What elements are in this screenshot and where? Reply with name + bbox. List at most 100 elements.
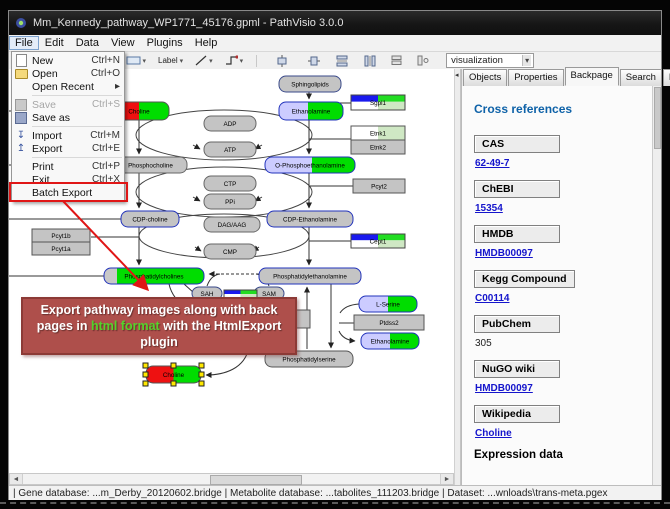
node-dag-aag[interactable]: DAG/AAG [204, 217, 260, 232]
selection-handle[interactable] [143, 372, 148, 377]
selection-handle[interactable] [199, 372, 204, 377]
file-menu-item-batch-export[interactable]: Batch Export [12, 186, 124, 199]
xref-link-c00114[interactable]: C00114 [475, 293, 509, 304]
menubar: FileEditDataViewPluginsHelp [9, 35, 661, 52]
selection-handle[interactable] [199, 363, 204, 368]
xref-link-choline[interactable]: Choline [475, 428, 512, 439]
scrollbar-thumb[interactable] [210, 475, 302, 485]
scroll-left-icon[interactable]: ◄ [10, 474, 23, 484]
gene-box-icon [126, 55, 141, 66]
stack-vertical-button[interactable] [387, 53, 406, 69]
align-center-x-icon [276, 55, 288, 67]
no-icon [14, 174, 28, 185]
node-phosphatidylethanolamine[interactable]: Phosphatidylethanolamine [259, 268, 361, 284]
collapse-panel-icon[interactable]: ◂ [455, 71, 459, 79]
dropdown-caret-icon[interactable]: ▾ [180, 57, 184, 65]
tab-properties[interactable]: Properties [508, 69, 563, 86]
import-icon: ↧ [14, 130, 28, 141]
selection-handle[interactable] [171, 363, 176, 368]
menubar-item-edit[interactable]: Edit [39, 36, 70, 50]
xref-link-62-49-7[interactable]: 62-49-7 [475, 158, 509, 169]
node-label: CDP-choline [132, 216, 168, 223]
xref-value: 305 [475, 338, 652, 349]
node-ctp[interactable]: CTP [204, 176, 256, 191]
xref-link-hmdb00097[interactable]: HMDB00097 [475, 383, 533, 394]
menubar-item-plugins[interactable]: Plugins [141, 36, 189, 50]
node-l-serine[interactable]: L-Serine [359, 296, 417, 312]
selection-handle[interactable] [143, 363, 148, 368]
file-menu-item-open[interactable]: OpenCtrl+O [12, 67, 124, 80]
menubar-item-view[interactable]: View [105, 36, 141, 50]
node-pcyt1b[interactable]: Pcyt1b [32, 229, 90, 242]
backpage-panel: Cross references CAS62-49-7ChEBI15354HMD… [462, 86, 653, 485]
node-pcyt1a[interactable]: Pcyt1a [32, 242, 90, 255]
xref-link-hmdb00097[interactable]: HMDB00097 [475, 248, 533, 259]
file-menu-item-save-as[interactable]: Save as [12, 111, 124, 124]
distribute-horizontal-button[interactable] [361, 53, 379, 69]
split-pane-divider[interactable]: ◂ [454, 69, 461, 485]
node-adp[interactable]: ADP [204, 116, 256, 131]
node-cept1[interactable]: Cept1 [351, 234, 405, 248]
file-menu-item-import[interactable]: ↧ImportCtrl+M [12, 129, 124, 142]
node-cdp-choline[interactable]: CDP-choline [121, 211, 179, 227]
node-choline-selected[interactable]: Choline [143, 363, 204, 386]
menubar-item-data[interactable]: Data [70, 36, 105, 50]
align-center-y-button[interactable] [305, 53, 323, 69]
connector-tool-button[interactable]: ▾ [222, 53, 247, 69]
screen: Mm_Kennedy_pathway_WP1771_45176.gpml - P… [0, 0, 670, 509]
file-menu-item-export[interactable]: ↥ExportCtrl+E [12, 142, 124, 155]
scroll-right-icon[interactable]: ► [440, 474, 453, 484]
align-center-x-button[interactable] [273, 53, 291, 69]
tab-search[interactable]: Search [620, 69, 662, 86]
menubar-item-help[interactable]: Help [189, 36, 224, 50]
selection-handle[interactable] [143, 381, 148, 386]
node-pcyt2[interactable]: Pcyt2 [353, 179, 405, 193]
canvas-horizontal-scrollbar[interactable]: ◄ ► [9, 473, 454, 485]
file-menu-item-open-recent[interactable]: Open Recent▸ [12, 80, 124, 93]
window-title: Mm_Kennedy_pathway_WP1771_45176.gpml - P… [33, 17, 343, 29]
xref-link-15354[interactable]: 15354 [475, 203, 503, 214]
node-ethanolamine-top[interactable]: Ethanolamine [279, 102, 343, 120]
node-o-phosphoethanolamine[interactable]: O-Phosphoethanolamine [265, 157, 355, 173]
node-ppi[interactable]: PPi [204, 194, 256, 209]
dropdown-caret-icon[interactable]: ▾ [143, 57, 147, 65]
selection-handle[interactable] [199, 381, 204, 386]
node-cmp[interactable]: CMP [204, 244, 256, 259]
node-ethanolamine-bottom[interactable]: Ethanolamine [361, 333, 419, 349]
node-cdp-ethanolamine[interactable]: CDP-Ethanolamine [267, 211, 353, 227]
node-sphingolipids[interactable]: Sphingolipids [279, 76, 341, 92]
tab-legend[interactable]: Legend [663, 69, 670, 86]
node-etnk1[interactable]: Etnk1 [351, 126, 405, 140]
node-ptdss2[interactable]: Ptdss2 [354, 315, 424, 330]
visualization-value: visualization [451, 55, 503, 66]
tab-backpage[interactable]: Backpage [565, 67, 619, 86]
node-phosphatidylcholines[interactable]: Phosphatidylcholines [104, 268, 204, 284]
file-menu-item-exit[interactable]: ExitCtrl+X [12, 173, 124, 186]
scrollbar-thumb[interactable] [654, 87, 661, 149]
dropdown-caret-icon[interactable]: ▾ [240, 57, 244, 65]
visualization-combobox[interactable]: visualization ▾ [446, 53, 534, 68]
node-label: Choline [128, 108, 150, 115]
xref-header-hmdb: HMDB [474, 225, 560, 243]
xref-value: Choline [475, 428, 652, 439]
file-menu-item-save[interactable]: SaveCtrl+S [12, 98, 124, 111]
gene-product-tool-button[interactable]: ▾ [123, 53, 150, 69]
label-tool-button[interactable]: Label ▾ [155, 53, 186, 69]
titlebar[interactable]: Mm_Kennedy_pathway_WP1771_45176.gpml - P… [9, 11, 661, 35]
node-atp[interactable]: ATP [204, 142, 256, 157]
distribute-vertical-button[interactable] [333, 53, 351, 69]
dropdown-caret-icon[interactable]: ▾ [522, 55, 531, 66]
node-etnk2[interactable]: Etnk2 [351, 140, 405, 154]
file-menu-item-print[interactable]: PrintCtrl+P [12, 160, 124, 173]
dropdown-caret-icon[interactable]: ▾ [209, 57, 213, 65]
menu-separator [32, 157, 122, 158]
stack-horizontal-button[interactable] [414, 53, 432, 69]
tab-objects[interactable]: Objects [463, 69, 507, 86]
connector-icon [225, 55, 238, 66]
file-menu-item-new[interactable]: NewCtrl+N [12, 54, 124, 67]
selection-handle[interactable] [171, 381, 176, 386]
line-tool-button[interactable]: ▾ [192, 53, 216, 69]
panel-vertical-scrollbar[interactable] [652, 86, 661, 485]
menubar-item-file[interactable]: File [9, 36, 39, 50]
node-sgpl1[interactable]: Sgpl1 [351, 95, 405, 110]
